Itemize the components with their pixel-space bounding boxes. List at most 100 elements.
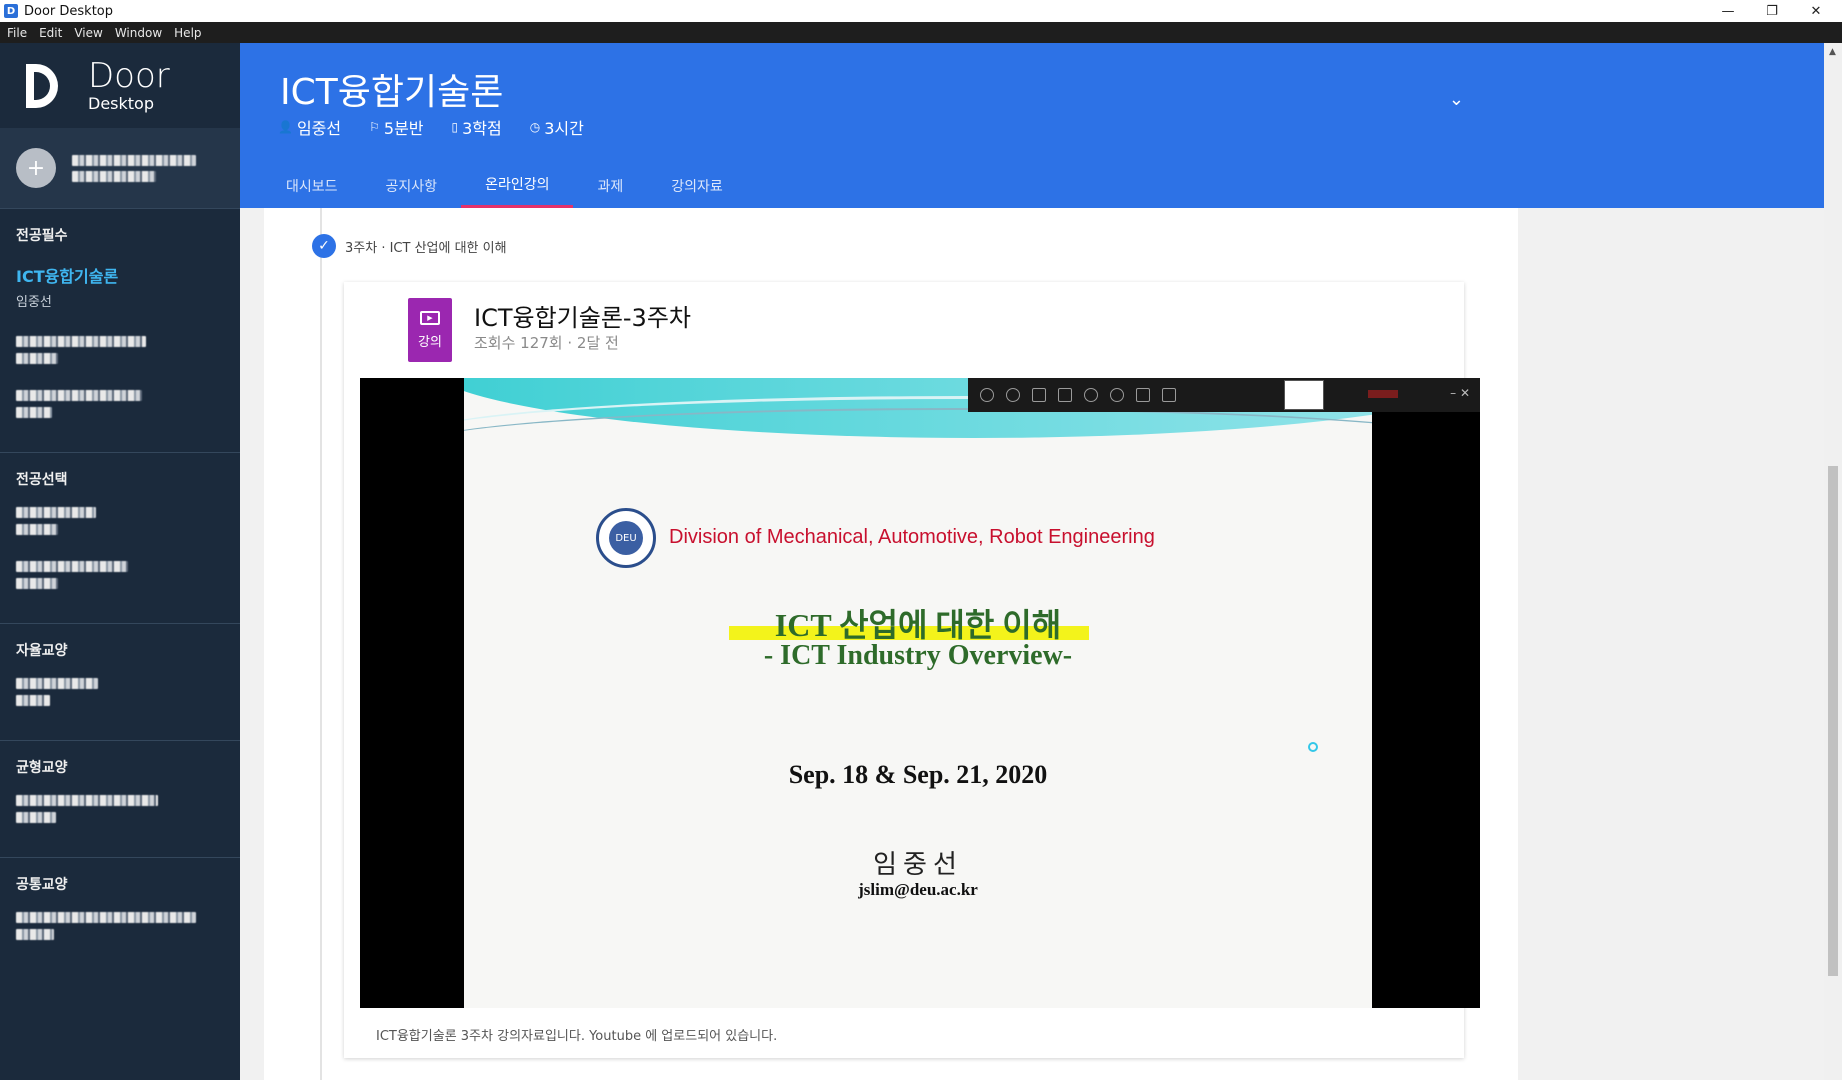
door-logo-icon xyxy=(26,63,58,108)
menu-help[interactable]: Help xyxy=(174,26,201,40)
redacted-course-name xyxy=(16,336,146,347)
menu-window[interactable]: Window xyxy=(115,26,162,40)
tab-assignments[interactable]: 과제 xyxy=(573,163,647,208)
main-content: ✓ 3주차 · ICT 산업에 대한 이해 ▶ 강의 ICT융합기술론-3주차 … xyxy=(240,208,1824,1080)
week-label: 3주차 · ICT 산업에 대한 이해 xyxy=(345,240,507,256)
menu-view[interactable]: View xyxy=(74,26,102,40)
slide-email: jslim@deu.ac.kr xyxy=(858,880,978,899)
redacted-user-name xyxy=(72,154,196,166)
sidebar-section-major-elective: 전공선택 xyxy=(0,452,240,623)
lecture-title[interactable]: ICT융합기술론-3주차 xyxy=(474,298,691,333)
tab-materials[interactable]: 강의자료 xyxy=(647,163,747,208)
lecture-stats: 조회수 127회 · 2달 전 xyxy=(474,334,619,352)
avatar: + xyxy=(16,148,56,188)
tab-notices[interactable]: 공지사항 xyxy=(362,163,462,208)
redacted-course-prof xyxy=(16,695,50,706)
redacted-course-name xyxy=(16,678,98,689)
sidebar-course-redacted[interactable] xyxy=(0,912,240,940)
book-icon: ▯ xyxy=(451,120,459,134)
maximize-button[interactable]: ❐ xyxy=(1750,0,1794,22)
window-titlebar: D Door Desktop — ❐ ✕ xyxy=(0,0,1842,22)
camera-icon xyxy=(1136,388,1150,402)
sidebar-section-major-required: 전공필수 ICT융합기술론 임중선 xyxy=(0,208,240,452)
lecture-badge: ▶ 강의 xyxy=(408,298,452,362)
sidebar-course-redacted[interactable] xyxy=(0,561,240,589)
badge-label: 강의 xyxy=(418,334,442,350)
week-row[interactable]: ✓ 3주차 · ICT 산업에 대한 이해 xyxy=(312,234,507,258)
recording-toolbar: – ✕ xyxy=(968,378,1480,412)
course-professor: 임중선 xyxy=(16,295,52,310)
redacted-course-name xyxy=(16,795,158,806)
vertical-scrollbar[interactable]: ▲ xyxy=(1824,43,1842,1080)
course-tabs: 대시보드 공지사항 온라인강의 과제 강의자료 xyxy=(262,163,747,208)
sidebar-section-balanced-liberal: 균형교양 xyxy=(0,740,240,857)
redacted-course-name xyxy=(16,912,196,923)
video-frame-slide: DEU Division of Mechanical, Automotive, … xyxy=(464,378,1372,1008)
lecture-description: ICT융합기술론 3주차 강의자료입니다. Youtube 에 업로드되어 있습… xyxy=(376,1029,778,1044)
section-title: 공통교양 xyxy=(16,877,68,893)
section-title: 자율교양 xyxy=(16,643,68,659)
tab-dashboard[interactable]: 대시보드 xyxy=(262,163,362,208)
course-meta: 👤 임중선 ⚐ 5분반 ▯ 3학점 ◷ 3시간 xyxy=(278,115,612,139)
lecture-panel: ✓ 3주차 · ICT 산업에 대한 이해 ▶ 강의 ICT융합기술론-3주차 … xyxy=(264,208,1518,1080)
play-icon: ▶ xyxy=(420,310,440,325)
sidebar-section-common-liberal: 공통교양 xyxy=(0,857,240,974)
menu-icon xyxy=(1162,388,1176,402)
sidebar-course-redacted[interactable] xyxy=(0,507,240,535)
slide-date: Sep. 18 & Sep. 21, 2020 xyxy=(788,760,1048,789)
toolbar-close-icon: – ✕ xyxy=(1450,386,1470,400)
redacted-course-name xyxy=(16,507,96,518)
pen-icon xyxy=(1058,388,1072,402)
redacted-course-name xyxy=(16,390,142,401)
brand[interactable]: Door Desktop xyxy=(0,43,240,128)
zoom-out-icon xyxy=(1110,388,1124,402)
slide-english-title: - ICT Industry Overview- xyxy=(763,640,1073,671)
scroll-up-icon[interactable]: ▲ xyxy=(1829,47,1836,57)
timeline-line xyxy=(320,208,322,1080)
redacted-course-prof xyxy=(16,353,58,364)
video-player[interactable]: DEU Division of Mechanical, Automotive, … xyxy=(360,378,1480,1008)
brand-name: Door xyxy=(88,55,170,96)
user-profile[interactable]: + xyxy=(0,128,240,208)
section-title: 균형교양 xyxy=(16,760,68,776)
menu-edit[interactable]: Edit xyxy=(39,26,62,40)
chevron-down-icon[interactable]: ⌄ xyxy=(1449,89,1464,110)
app-icon: D xyxy=(4,4,18,18)
sidebar-course-redacted[interactable] xyxy=(0,336,240,364)
rec-indicator xyxy=(1368,390,1398,398)
redacted-course-prof xyxy=(16,812,56,823)
meta-section: ⚐ 5분반 xyxy=(369,115,423,139)
hours-text: 3시간 xyxy=(544,119,584,138)
meta-hours: ◷ 3시간 xyxy=(530,115,584,139)
meta-professor: 👤 임중선 xyxy=(278,115,341,139)
sidebar-course-redacted[interactable] xyxy=(0,390,240,418)
redacted-course-name xyxy=(16,561,128,572)
tab-online-lectures[interactable]: 온라인강의 xyxy=(461,163,574,208)
scrollbar-thumb[interactable] xyxy=(1828,466,1838,976)
slide-author: 임중선 xyxy=(873,850,963,880)
course-name: ICT융합기술론 xyxy=(16,267,119,286)
stop-icon xyxy=(1006,388,1020,402)
slide-division: Division of Mechanical, Automotive, Robo… xyxy=(669,526,1155,548)
menu-file[interactable]: File xyxy=(7,26,27,40)
redacted-course-prof xyxy=(16,407,52,418)
sidebar-course-redacted[interactable] xyxy=(0,678,240,706)
course-header: ICT융합기술론 👤 임중선 ⚐ 5분반 ▯ 3학점 ◷ 3시간 ⌄ 대시보드 공지사항… xyxy=(240,43,1824,208)
credits-text: 3학점 xyxy=(462,119,502,138)
clock-icon: ◷ xyxy=(529,120,541,134)
flag-icon: ⚐ xyxy=(369,120,380,134)
minimize-button[interactable]: — xyxy=(1706,0,1750,22)
close-button[interactable]: ✕ xyxy=(1794,0,1838,22)
brand-sub: Desktop xyxy=(88,93,154,113)
sidebar-course-redacted[interactable] xyxy=(0,795,240,823)
sidebar-course-current[interactable]: ICT융합기술론 임중선 xyxy=(0,263,240,310)
pointer-cursor-icon xyxy=(1308,742,1318,752)
screen-icon xyxy=(1032,388,1046,402)
check-circle-icon: ✓ xyxy=(312,234,336,258)
redacted-course-prof xyxy=(16,929,54,940)
webcam-thumbnail xyxy=(1284,380,1324,410)
record-icon xyxy=(980,388,994,402)
redacted-course-prof xyxy=(16,524,58,535)
section-text: 5분반 xyxy=(383,119,424,138)
redacted-course-prof xyxy=(16,578,58,589)
